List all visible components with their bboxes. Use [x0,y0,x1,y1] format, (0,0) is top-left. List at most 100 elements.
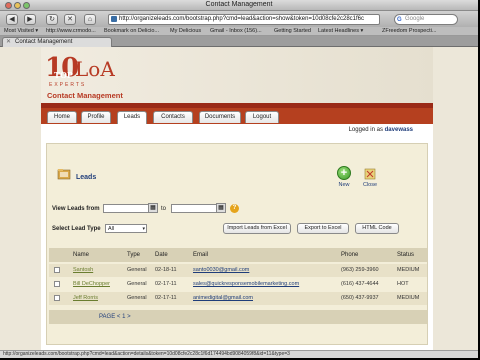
nav-logout[interactable]: Logout [245,111,279,123]
col-name[interactable]: Name [73,252,89,258]
forward-button[interactable]: ▶ [24,14,36,25]
bookmark-item[interactable]: Bookmark on Delicio... [104,27,159,36]
select-lead-type-label: Select Lead Type [52,226,101,232]
to-label: to [161,206,167,212]
lead-type: General [127,295,147,301]
site-favicon-icon [111,16,117,22]
bookmark-item[interactable]: My Delicious [170,27,201,36]
bookmark-item[interactable]: Most Visited ▾ [4,27,38,36]
lead-status: MEDIUM [397,267,420,273]
bookmark-item[interactable]: ZFreedom Prospecti... [382,27,436,36]
lead-type: General [127,281,147,287]
logo-brand: LoA [75,57,115,81]
leads-panel: Leads + New Close View Leads from ▦ to ▦… [46,143,428,345]
bookmark-item[interactable]: http://www.crmodo... [46,27,96,36]
lead-type: General [127,267,147,273]
window-title: Contact Management [205,1,273,8]
html-code-button[interactable]: HTML Code [355,223,399,234]
site-header: 10 TOP LoA EXPERTS Contact Management [41,47,433,103]
lead-phone: (650) 437-9937 [341,295,379,301]
date-from-calendar-icon[interactable]: ▦ [148,203,158,213]
stop-button[interactable]: ✕ [64,14,76,25]
bookmark-item[interactable]: Gmail - Inbox (156)... [210,27,262,36]
page-background: 10 TOP LoA EXPERTS Contact Management Ho… [0,47,478,350]
lead-name-link[interactable]: Bill DeChopper [73,281,110,287]
pager-text[interactable]: PAGE < 1 > [99,314,131,320]
lead-email-link[interactable]: santo0030@gmail.com [193,267,249,273]
lead-date: 02-17-11 [155,281,177,287]
browser-window: Contact Management ◀ ▶ ↻ ✕ ⌂ http://orga… [0,0,478,358]
date-to-calendar-icon[interactable]: ▦ [216,203,226,213]
logged-in-prefix: Logged in as [348,127,383,133]
lead-name-link[interactable]: Santosh [73,267,93,273]
lead-name-link[interactable]: Jeff Rorris [73,295,98,301]
reload-button[interactable]: ↻ [46,14,58,25]
help-icon[interactable]: ? [230,204,239,213]
nav-contacts[interactable]: Contacts [153,111,193,123]
search-input[interactable]: G Google [394,14,458,25]
site-logo[interactable]: 10 TOP LoA EXPERTS Contact Management [45,53,125,101]
main-nav: Home Profile Leads Contacts Documents Lo… [41,108,433,124]
lead-email-link[interactable]: animedigital@gmail.com [193,295,253,301]
bookmarks-bar: Most Visited ▾ http://www.crmodo... Book… [0,27,478,36]
row-checkbox[interactable] [54,295,60,301]
tab-label: Contact Management [15,39,73,45]
pagination: PAGE < 1 > [49,310,427,324]
export-excel-button[interactable]: Export to Excel [297,223,349,234]
screen-frame: Contact Management ◀ ▶ ↻ ✕ ⌂ http://orga… [0,0,480,360]
nav-profile[interactable]: Profile [81,111,111,123]
status-bar: http://organizeleads.com/bootstrap.php?c… [0,350,478,358]
logged-in-user[interactable]: davewass [385,127,413,133]
bookmark-item[interactable]: Getting Started [274,27,311,36]
tab-contact-management[interactable]: ✕ Contact Management [2,37,112,47]
row-checkbox[interactable] [54,281,60,287]
google-icon: G [397,17,402,23]
lead-phone: (616) 437-4644 [341,281,379,287]
new-lead-label[interactable]: New [334,182,354,188]
table-row[interactable]: Bill DeChopper General 02-17-11 sales@qu… [49,278,427,291]
lead-phone: (963) 259-3960 [341,267,379,273]
back-button[interactable]: ◀ [6,14,18,25]
new-lead-plus-icon[interactable]: + [337,166,351,180]
leads-folder-icon [57,169,71,180]
lead-type-value: All [108,226,115,232]
browser-toolbar: ◀ ▶ ↻ ✕ ⌂ http://organizeleads.com/boots… [0,11,478,27]
table-header: Name Type Date Email Phone Status [49,248,427,262]
close-folder-icon[interactable] [363,166,377,180]
col-phone[interactable]: Phone [341,252,358,258]
col-type[interactable]: Type [127,252,140,258]
lead-status: MEDIUM [397,295,420,301]
lead-date: 02-17-11 [155,295,177,301]
tab-close-icon[interactable]: ✕ [6,38,11,47]
table-row[interactable]: Jeff Rorris General 02-17-11 animedigita… [49,292,427,305]
url-text: http://organizeleads.com/bootstrap.php?c… [119,16,364,22]
logo-sub: EXPERTS [49,82,87,88]
row-checkbox[interactable] [54,267,60,273]
logo-product: Contact Management [47,91,123,100]
search-placeholder: Google [405,16,425,22]
url-bar[interactable]: http://organizeleads.com/bootstrap.php?c… [108,14,380,25]
page-sheet: 10 TOP LoA EXPERTS Contact Management Ho… [41,47,433,350]
col-date[interactable]: Date [155,252,168,258]
col-status[interactable]: Status [397,252,414,258]
col-email[interactable]: Email [193,252,208,258]
nav-leads[interactable]: Leads [117,111,147,124]
logged-in-status: Logged in as davewass [349,127,413,133]
lead-email-link[interactable]: sales@quickresponsemobilemarketing.com [193,281,299,287]
nav-documents[interactable]: Documents [199,111,241,123]
title-bar: Contact Management [0,0,478,11]
chevron-down-icon: ▾ [142,226,145,232]
tab-strip: ✕ Contact Management [0,36,478,47]
bookmark-item[interactable]: Latest Headlines ▾ [318,27,363,36]
lead-type-select[interactable]: All ▾ [105,224,147,233]
lead-status: HOT [397,281,409,287]
home-button[interactable]: ⌂ [84,14,96,25]
lead-date: 02-18-11 [155,267,177,273]
close-label[interactable]: Close [360,182,380,188]
import-excel-button[interactable]: Import Leads from Excel [223,223,291,234]
logo-top: TOP [54,70,73,80]
nav-home[interactable]: Home [47,111,77,123]
table-row[interactable]: Santosh General 02-18-11 santo0030@gmail… [49,264,427,277]
view-leads-from-label: View Leads from [52,206,100,212]
leads-title: Leads [76,174,97,181]
